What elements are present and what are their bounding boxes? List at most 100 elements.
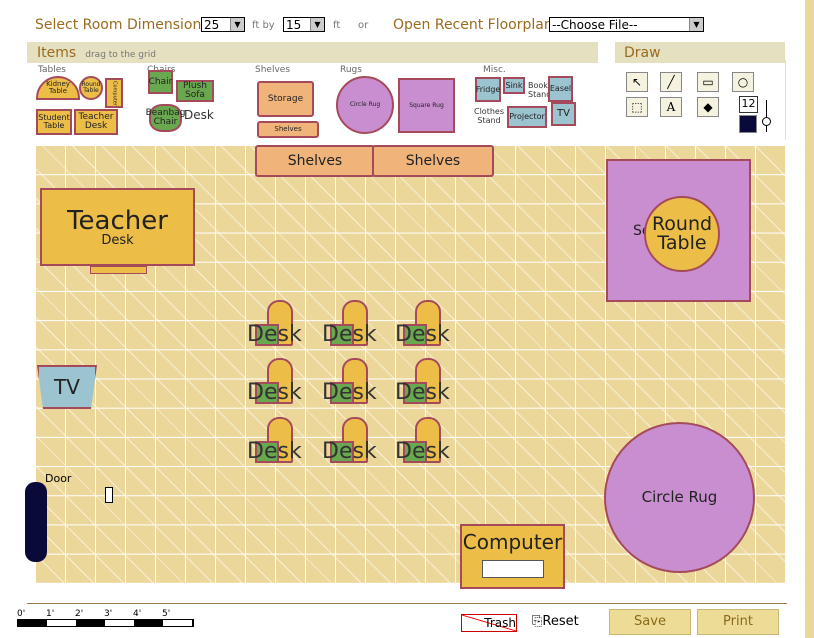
stroke-slider-handle[interactable] (762, 117, 771, 126)
palette-storage[interactable]: Storage (257, 81, 314, 117)
grid-desk[interactable]: Desk (395, 358, 450, 408)
right-edge-strip (805, 0, 814, 638)
grid-desk[interactable]: Desk (322, 300, 377, 350)
grid-desk[interactable]: Desk (395, 417, 450, 467)
grid-door[interactable] (25, 482, 47, 562)
ft-label: ft (333, 20, 341, 31)
grid-desk[interactable]: Desk (247, 417, 302, 467)
desk-label: Desk (395, 439, 450, 464)
category-shelves: Shelves (255, 65, 291, 75)
palette-shelves[interactable]: Shelves (257, 121, 319, 138)
scale-label: 1' (46, 609, 55, 619)
desk-label: Desk (247, 380, 302, 405)
grid-computer[interactable]: Computer (460, 524, 565, 589)
palette-sink[interactable]: Sink (503, 77, 525, 94)
length-value: 15 (286, 17, 302, 32)
palette-fridge[interactable]: Fridge (475, 77, 501, 102)
desk-label: Desk (395, 380, 450, 405)
palette-desk[interactable]: Desk (184, 108, 214, 122)
items-hint: drag to the grid (85, 50, 156, 60)
text-icon[interactable]: A (660, 97, 682, 117)
or-label: or (358, 20, 369, 31)
draw-header: Draw (615, 42, 785, 63)
floorplan-grid[interactable]: Shelves Shelves Teacher Desk Square Rug … (25, 145, 785, 589)
category-rugs: Rugs (340, 65, 362, 75)
grid-shelves[interactable]: Shelves (372, 145, 494, 177)
palette-tv[interactable]: TV (551, 102, 576, 126)
palette-kidney-table[interactable]: Kidney Table (36, 76, 80, 100)
pointer-icon[interactable]: ↖ (626, 72, 648, 92)
palette-student-table[interactable]: Student Table (36, 109, 72, 135)
reset-label: Reset (542, 614, 579, 629)
grid-shelves[interactable]: Shelves (255, 145, 375, 177)
palette-chair[interactable]: Chair (148, 70, 173, 94)
length-select[interactable]: 15 ▼ (283, 17, 325, 32)
palette-clothes-stand[interactable]: Clothes Stand (474, 107, 504, 125)
desk-label: Desk (322, 439, 377, 464)
palette-computer[interactable]: Computer (105, 78, 123, 108)
circle-icon[interactable]: ○ (732, 72, 754, 92)
door-label: Door (45, 472, 72, 485)
grid-desk[interactable]: Desk (395, 300, 450, 350)
room-dimensions-label: Select Room Dimensions (35, 17, 209, 33)
grid-desk[interactable]: Desk (247, 358, 302, 408)
desk-label: Desk (322, 380, 377, 405)
reset-button[interactable]: ⎘Reset (532, 614, 579, 629)
grid-desk[interactable]: Desk (322, 417, 377, 467)
print-button[interactable]: Print (697, 609, 779, 635)
draw-panel-border (785, 60, 786, 140)
desk-label: Desk (247, 322, 302, 347)
teacher-chair (90, 266, 147, 274)
font-size-field[interactable]: 12 (739, 96, 758, 113)
save-button[interactable]: Save (609, 609, 691, 635)
grid-circle-rug[interactable]: Circle Rug (604, 422, 755, 573)
chevron-down-icon: ▼ (689, 18, 703, 31)
items-title: Items (37, 45, 77, 61)
scale-bar: 0' 1' 2' 3' 4' 5' (17, 609, 207, 627)
chevron-down-icon: ▼ (230, 18, 244, 31)
teacher-desk-title: Teacher (67, 205, 168, 236)
ft-by-label: ft by (252, 20, 275, 31)
scale-ruler (17, 619, 194, 627)
grid-teacher-desk[interactable]: Teacher Desk (40, 188, 195, 266)
items-header: Items drag to the grid (27, 42, 598, 63)
trash-button[interactable]: Trash (461, 614, 517, 632)
palette-circle-rug[interactable]: Circle Rug (336, 76, 394, 134)
scale-label: 2' (75, 609, 84, 619)
desk-label: Desk (247, 439, 302, 464)
width-value: 25 (204, 17, 220, 32)
grid-round-table[interactable]: Round Table (644, 196, 720, 272)
brush-icon[interactable]: ╱ (660, 72, 682, 92)
grid-desk[interactable]: Desk (247, 300, 302, 350)
grid-desk[interactable]: Desk (322, 358, 377, 408)
scale-label: 3' (104, 609, 113, 619)
computer-label: Computer (462, 530, 563, 554)
recent-file-value: --Choose File-- (552, 17, 638, 32)
keyboard-icon (481, 560, 544, 578)
fill-icon[interactable]: ◆ (697, 97, 719, 117)
palette-teacher-desk[interactable]: Teacher Desk (74, 109, 118, 135)
palette-round-table[interactable]: Round Table (79, 76, 103, 100)
recent-floorplan-label: Open Recent Floorplan (393, 17, 553, 33)
recent-file-select[interactable]: --Choose File-- ▼ (549, 17, 704, 32)
scale-label: 5' (162, 609, 171, 619)
cursor-icon (105, 487, 113, 503)
width-select[interactable]: 25 ▼ (201, 17, 245, 32)
palette-beanbag-chair[interactable]: Beanbag Chair (146, 104, 185, 132)
rectangle-icon[interactable]: ▭ (697, 72, 719, 92)
scale-label: 0' (17, 609, 26, 619)
palette-square-rug[interactable]: Square Rug (398, 78, 455, 133)
color-swatch[interactable] (739, 115, 757, 133)
stroke-slider[interactable] (766, 100, 767, 132)
select-box-icon[interactable]: ⬚ (626, 97, 648, 117)
footer-divider (27, 603, 787, 604)
palette-projector[interactable]: Projector (507, 106, 547, 128)
palette-plush-sofa[interactable]: Plush Sofa (176, 80, 214, 102)
scale-label: 4' (133, 609, 142, 619)
grid-tv[interactable]: TV (37, 365, 97, 409)
teacher-desk-sub: Desk (101, 232, 134, 248)
chevron-down-icon: ▼ (310, 18, 324, 31)
desk-label: Desk (395, 322, 450, 347)
trash-label: Trash (484, 616, 516, 630)
palette-easel[interactable]: Easel (548, 76, 573, 102)
